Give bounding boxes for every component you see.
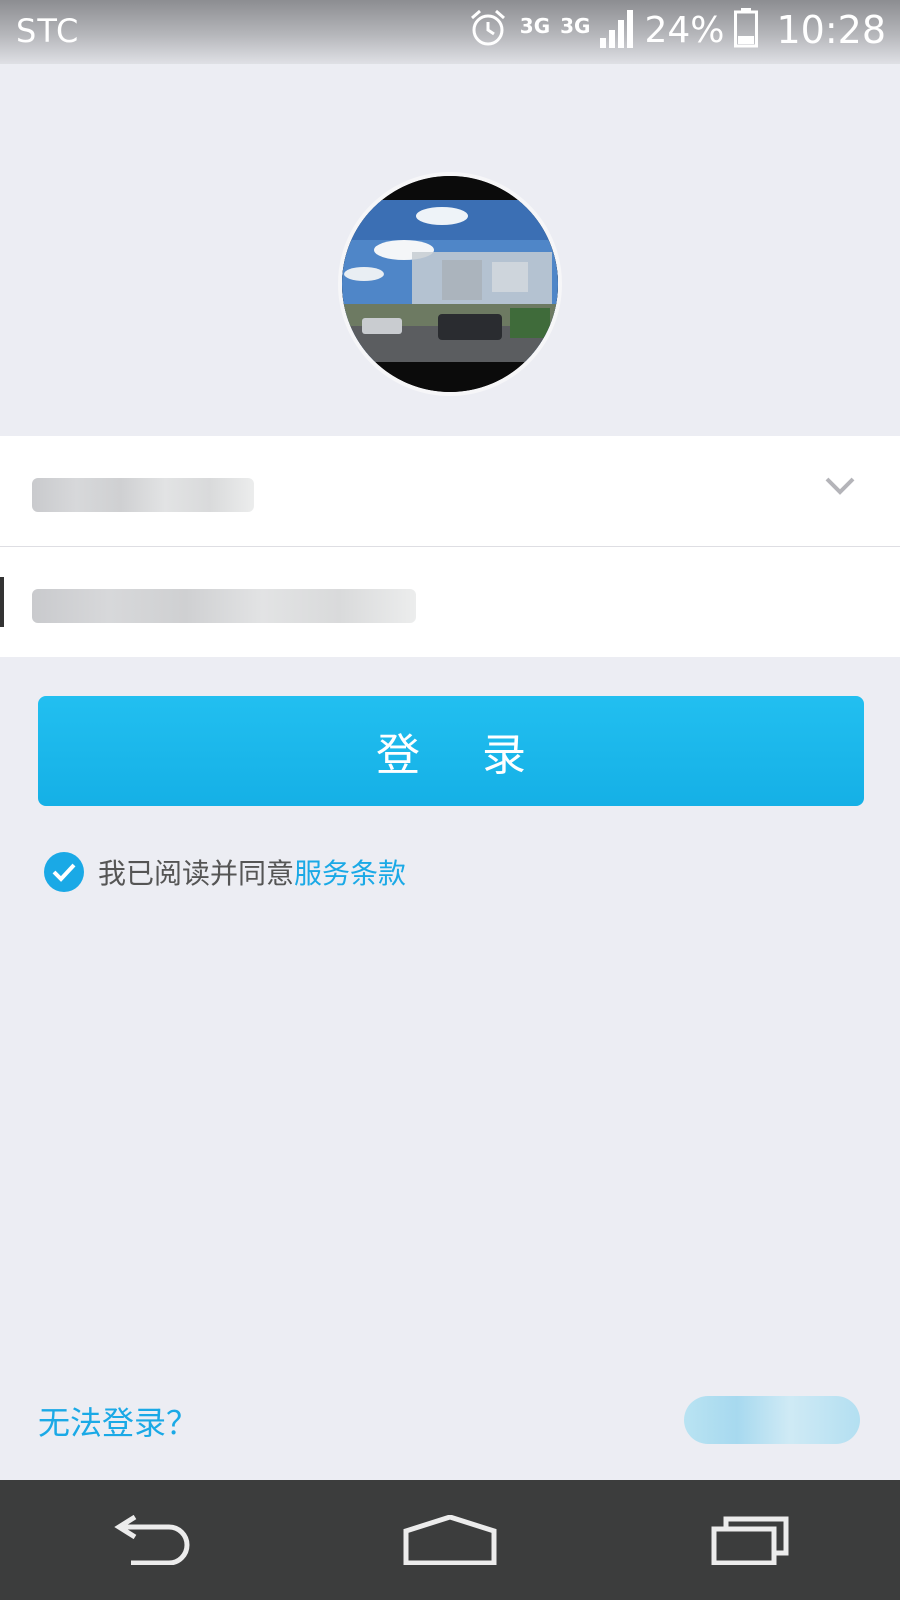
recent-apps-icon[interactable] (690, 1500, 810, 1580)
home-icon[interactable] (390, 1500, 510, 1580)
password-text-redacted (32, 589, 416, 623)
avatar (338, 172, 562, 396)
account-text-redacted (32, 478, 254, 512)
navigation-bar (0, 1480, 900, 1600)
network-type-2: 3G (560, 14, 591, 38)
password-field[interactable] (0, 546, 900, 657)
register-link-redacted[interactable] (684, 1396, 860, 1444)
network-type-1: 3G (519, 14, 551, 38)
account-field[interactable] (0, 436, 900, 546)
chevron-down-icon[interactable] (824, 474, 856, 502)
text-cursor (0, 577, 4, 627)
login-form (0, 436, 900, 657)
alarm-icon (466, 6, 510, 54)
terms-agreement[interactable]: 我已阅读并同意 服务条款 (44, 852, 406, 892)
status-bar: STC 3G 3G 24% 10:28 (0, 0, 900, 64)
signal-icon (600, 8, 634, 52)
back-icon[interactable] (90, 1500, 210, 1580)
login-button[interactable]: 登 录 (38, 696, 864, 806)
terms-prefix: 我已阅读并同意 (98, 857, 295, 890)
status-icons: 3G 3G 24% 10:28 (466, 8, 886, 52)
battery-percent: 24% (644, 9, 725, 51)
carrier-name: STC (16, 12, 80, 50)
clock: 10:28 (776, 8, 886, 52)
terms-link[interactable]: 服务条款 (294, 852, 406, 892)
battery-icon (734, 8, 759, 52)
checkmark-icon[interactable] (44, 852, 84, 892)
cant-login-link[interactable]: 无法登录？ (38, 1398, 198, 1444)
